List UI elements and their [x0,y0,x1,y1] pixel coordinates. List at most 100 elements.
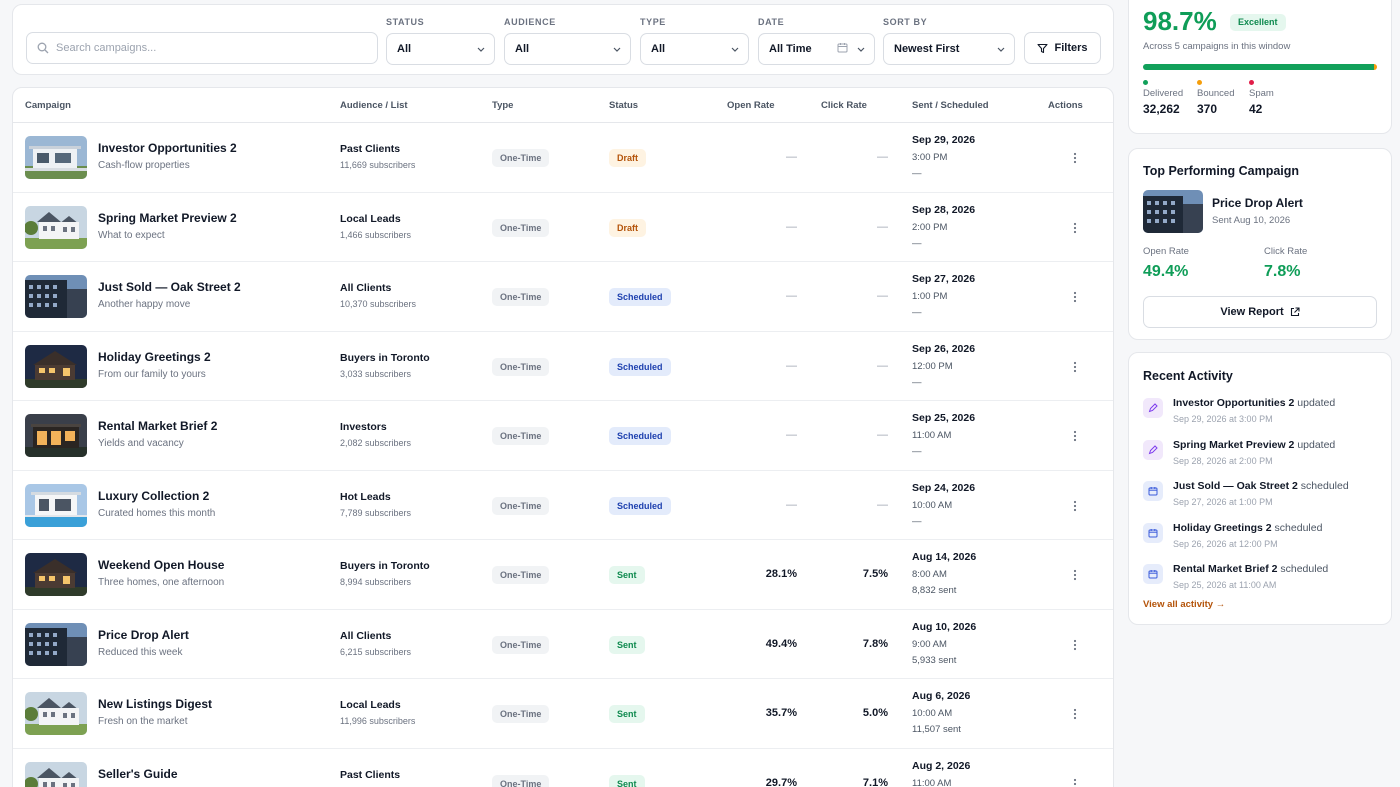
activity-item[interactable]: Holiday Greetings 2 scheduled Sep 26, 202… [1143,520,1383,556]
type-badge: One-Time [492,774,550,787]
campaign-name[interactable]: Seller's Guide [98,767,178,781]
table-row[interactable]: Seller's Guide Past Clients One-Time Sent 29… [13,749,1113,787]
table-row[interactable]: Weekend Open House Three homes, one after… [13,540,1113,610]
type-badge: One-Time [492,357,550,376]
activity-campaign-name[interactable]: Rental Market Brief 2 [1173,563,1277,575]
activity-action: scheduled [1280,563,1329,575]
click-rate: 7.1% [862,776,888,787]
subscriber-count: 3,033 subscribers [340,368,412,379]
more-actions-icon[interactable] [1068,220,1082,236]
sent-time: 10:00 AM [912,708,953,719]
campaign-name[interactable]: Investor Opportunities 2 [98,141,237,155]
table-row[interactable]: Holiday Greetings 2 From our family to yo… [13,332,1113,401]
col-audience[interactable]: Audience / List [340,100,408,111]
campaign-name[interactable]: Holiday Greetings 2 [98,350,211,364]
status-badge: Draft [609,149,647,167]
table-row[interactable]: Just Sold — Oak Street 2 Another happy mo… [13,262,1113,332]
sent-count: — [912,376,922,388]
activity-campaign-name[interactable]: Just Sold — Oak Street 2 [1173,480,1298,492]
type-badge: One-Time [492,427,550,445]
campaign-name[interactable]: Just Sold — Oak Street 2 [98,280,241,294]
click-rate: — [877,429,888,441]
filter-icon [1037,43,1049,53]
stat-bounced: Bounced 370 [1197,80,1235,116]
type-select[interactable]: All [640,33,749,65]
col-click-rate[interactable]: Click Rate [821,100,867,111]
sent-count: — [912,307,922,318]
more-actions-icon[interactable] [1068,428,1082,444]
stat-label: Spam [1249,88,1274,99]
click-rate-value: 7.8% [1264,263,1301,280]
status-badge: Sent [609,635,645,654]
more-actions-icon[interactable] [1068,150,1082,166]
activity-campaign-name[interactable]: Holiday Greetings 2 [1173,522,1272,534]
campaign-name[interactable]: Luxury Collection 2 [98,489,209,503]
campaign-name[interactable]: New Listings Digest [98,697,212,711]
col-sent[interactable]: Sent / Scheduled [912,100,989,111]
audience-name: Buyers in Toronto [340,560,430,572]
search-input[interactable] [56,42,356,54]
spam-dot [1249,80,1254,85]
top-campaign-name[interactable]: Price Drop Alert [1212,196,1303,210]
more-actions-icon[interactable] [1068,706,1082,722]
audience-name: Buyers in Toronto [340,351,430,364]
more-actions-icon[interactable] [1068,498,1082,514]
audience-name: Past Clients [340,143,401,155]
sort-select[interactable]: Newest First [883,33,1015,65]
type-filter: TYPE All [640,17,749,65]
view-report-button[interactable]: View Report [1143,296,1377,328]
delivered-dot [1143,80,1148,85]
audience-select[interactable]: All [504,33,631,65]
status-badge: Sent [609,566,645,584]
table-row[interactable]: Price Drop Alert Reduced this week All Cli… [13,610,1113,679]
more-actions-icon[interactable] [1068,567,1082,583]
more-actions-icon[interactable] [1068,637,1082,653]
activity-campaign-name[interactable]: Investor Opportunities 2 [1173,397,1294,409]
table-row[interactable]: Spring Market Preview 2 What to expect Loc… [13,193,1113,262]
table-row[interactable]: Investor Opportunities 2 Cash-flow proper… [13,123,1113,193]
stat-value: 32,262 [1143,102,1180,116]
more-actions-icon[interactable] [1068,359,1082,375]
table-body: Investor Opportunities 2 Cash-flow proper… [13,123,1113,787]
subscriber-count: 7,789 subscribers [340,507,412,518]
more-actions-icon[interactable] [1068,776,1082,787]
stat-value: 42 [1249,102,1263,116]
status-filter: STATUS All [386,17,495,65]
sent-date: Sep 26, 2026 [912,342,976,355]
click-rate: — [877,290,888,302]
campaign-name[interactable]: Rental Market Brief 2 [98,419,217,433]
date-select[interactable]: All Time [758,33,875,65]
chevron-down-icon [476,44,486,54]
activity-campaign-name[interactable]: Spring Market Preview 2 [1173,439,1294,451]
filters-button[interactable]: Filters [1024,32,1101,64]
activity-item[interactable]: Rental Market Brief 2 scheduled Sep 25, 2… [1143,561,1383,597]
activity-item[interactable]: Just Sold — Oak Street 2 scheduled Sep 27… [1143,478,1383,514]
click-rate-label: Click Rate [1264,246,1308,257]
status-select[interactable]: All [386,33,495,65]
search-box[interactable] [26,32,378,64]
campaign-subtitle: What to expect [98,229,165,241]
view-all-activity-link[interactable]: View all activity → [1143,599,1225,610]
campaign-thumbnail [25,275,87,318]
table-row[interactable]: Luxury Collection 2 Curated homes this mo… [13,471,1113,540]
campaign-name[interactable]: Spring Market Preview 2 [98,211,237,225]
delivery-rate: 98.7% [1143,6,1217,36]
campaign-name[interactable]: Weekend Open House [98,558,224,572]
subscriber-count: 1,466 subscribers [340,229,412,240]
activity-item[interactable]: Investor Opportunities 2 updated Sep 29, … [1143,395,1383,431]
more-actions-icon[interactable] [1068,289,1082,305]
col-campaign[interactable]: Campaign [25,100,71,111]
table-row[interactable]: Rental Market Brief 2 Yields and vacancy I… [13,401,1113,471]
click-rate: — [877,220,888,233]
col-type[interactable]: Type [492,100,513,111]
campaign-name[interactable]: Price Drop Alert [98,628,189,642]
search-icon [37,42,49,54]
sent-count: 11,507 sent [912,724,961,735]
col-open-rate[interactable]: Open Rate [727,100,775,111]
col-status[interactable]: Status [609,100,638,111]
pencil-icon [1143,398,1163,418]
activity-item[interactable]: Spring Market Preview 2 updated Sep 28, 2… [1143,437,1383,473]
table-row[interactable]: New Listings Digest Fresh on the market Lo… [13,679,1113,749]
activity-time: Sep 28, 2026 at 2:00 PM [1173,455,1273,466]
sent-date: Sep 25, 2026 [912,412,976,424]
